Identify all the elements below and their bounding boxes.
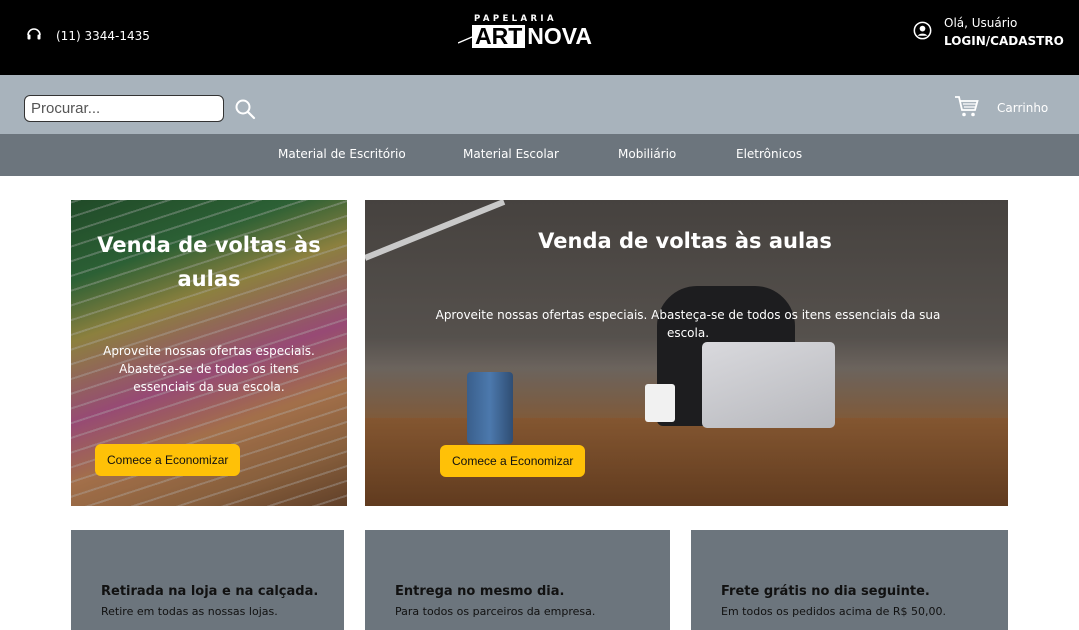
mug-image <box>645 384 675 422</box>
logo-swoosh-icon <box>458 36 472 44</box>
logo-wordmark: ART NOVA <box>472 25 592 48</box>
start-saving-button[interactable]: Comece a Economizar <box>95 444 241 476</box>
category-furniture[interactable]: Mobiliário <box>618 147 676 161</box>
logo-art: ART <box>472 25 526 48</box>
user-account[interactable]: Olá, Usuário LOGIN/CADASTRO <box>913 14 1064 50</box>
category-office-supplies[interactable]: Material de Escritório <box>278 147 406 161</box>
logo-nova: NOVA <box>527 23 593 49</box>
cart-icon <box>954 95 979 121</box>
pencil-holder-image <box>467 372 513 444</box>
promo-banner-large: Venda de voltas às aulas Aproveite nossa… <box>365 200 1008 506</box>
feature-title: Frete grátis no dia seguinte. <box>721 584 930 599</box>
feature-text: Em todos os pedidos acima de R$ 50,00. <box>721 605 947 618</box>
category-nav: Material de Escritório Material Escolar … <box>0 134 1079 176</box>
cart-button[interactable]: Carrinho <box>954 95 1048 121</box>
phone-number: (11) 3344-1435 <box>56 28 150 43</box>
search-input[interactable] <box>24 95 224 122</box>
category-school-supplies[interactable]: Material Escolar <box>463 147 559 161</box>
feature-text: Para todos os parceiros da empresa. <box>395 605 596 618</box>
category-electronics[interactable]: Eletrônicos <box>736 147 802 161</box>
store-logo[interactable]: PAPELARIA ART NOVA <box>458 14 592 54</box>
login-link[interactable]: LOGIN/CADASTRO <box>944 32 1064 50</box>
banner-title: Venda de voltas às aulas <box>538 229 832 253</box>
banner-title: Venda de voltas às aulas <box>97 233 321 291</box>
cart-label: Carrinho <box>997 101 1049 115</box>
feature-card-free-shipping: Frete grátis no dia seguinte. Em todos o… <box>691 530 1008 630</box>
banner-description: Aproveite nossas ofertas especiais. Abas… <box>103 344 315 394</box>
search-bar: Carrinho <box>0 75 1079 134</box>
top-header: (11) 3344-1435 PAPELARIA ART NOVA Olá, Us… <box>0 0 1079 75</box>
user-greeting: Olá, Usuário <box>944 16 1018 30</box>
feature-title: Entrega no mesmo dia. <box>395 584 565 599</box>
user-circle-icon <box>913 21 932 44</box>
headset-icon <box>26 26 42 45</box>
feature-card-same-day: Entrega no mesmo dia. Para todos os parc… <box>365 530 670 630</box>
feature-card-pickup: Retirada na loja e na calçada. Retire em… <box>71 530 344 630</box>
banner-description: Aproveite nossas ofertas especiais. Abas… <box>435 308 941 340</box>
laptop-image <box>702 342 835 428</box>
phone-contact[interactable]: (11) 3344-1435 <box>26 26 150 45</box>
promo-banner-small: Venda de voltas às aulas Aproveite nossa… <box>71 200 347 506</box>
search-icon[interactable] <box>234 98 256 120</box>
start-saving-button[interactable]: Comece a Economizar <box>440 445 586 477</box>
feature-title: Retirada na loja e na calçada. <box>101 584 319 599</box>
feature-text: Retire em todas as nossas lojas. <box>101 605 278 618</box>
